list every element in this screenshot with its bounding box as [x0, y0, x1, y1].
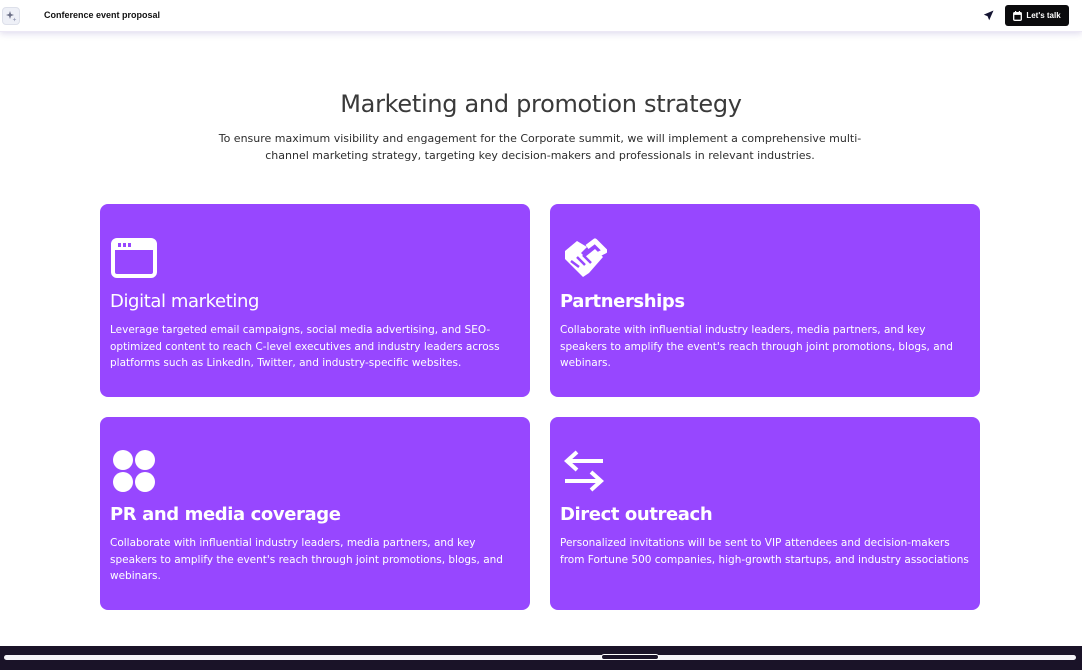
scrollbar-thumb[interactable] — [601, 654, 659, 660]
card-direct-outreach: Direct outreach Personalized invitations… — [550, 417, 980, 610]
card-pr-media: PR and media coverage Collaborate with i… — [100, 417, 530, 610]
card-text: Collaborate with influential industry le… — [560, 324, 953, 369]
top-bar: Conference event proposal Let's talk — [0, 0, 1082, 32]
lets-talk-button[interactable]: Let's talk — [1005, 5, 1069, 26]
bottom-strip — [0, 646, 1082, 670]
card-partnerships: Partnerships Collaborate with influentia… — [550, 204, 980, 397]
card-text: Personalized invitations will be sent to… — [560, 537, 969, 566]
section-title: Marketing and promotion strategy — [340, 90, 742, 118]
handshake-icon — [561, 235, 607, 281]
sparkle-icon[interactable] — [2, 7, 20, 25]
section-intro: To ensure maximum visibility and engagem… — [218, 132, 862, 162]
card-digital-marketing: Digital marketing Leverage targeted emai… — [100, 204, 530, 397]
browser-window-icon — [111, 235, 157, 281]
card-title: Digital marketing — [110, 291, 260, 312]
card-text: Collaborate with influential industry le… — [110, 537, 503, 582]
swap-arrows-icon — [561, 448, 607, 494]
four-circles-icon — [111, 448, 157, 494]
horizontal-scrollbar[interactable] — [4, 654, 1076, 660]
card-title: Partnerships — [560, 291, 685, 312]
card-title: Direct outreach — [560, 504, 713, 525]
document-title: Conference event proposal — [44, 10, 161, 20]
lets-talk-label: Let's talk — [1026, 11, 1061, 20]
send-arrow-icon[interactable] — [982, 9, 995, 22]
card-title: PR and media coverage — [110, 504, 341, 525]
card-text: Leverage targeted email campaigns, socia… — [110, 324, 500, 369]
calendar-icon — [1013, 6, 1023, 25]
